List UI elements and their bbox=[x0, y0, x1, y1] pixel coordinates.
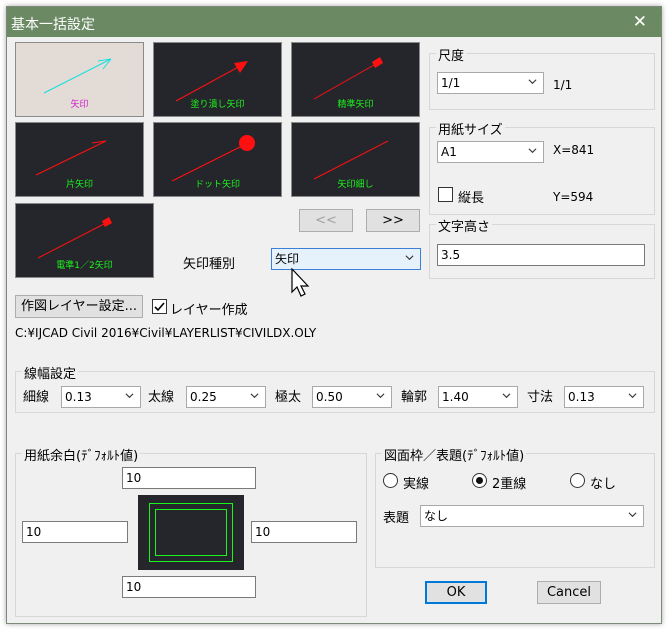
scale-readout: 1/1 bbox=[553, 78, 573, 92]
arrow-tile-half-precise[interactable]: 電準1／2矢印 bbox=[15, 203, 154, 278]
frame-inner-line bbox=[155, 509, 227, 556]
line-width-thick-select[interactable]: 0.25 bbox=[186, 386, 266, 408]
arrow-type-label: 矢印種別 bbox=[183, 257, 236, 272]
line-width-thin-select[interactable]: 0.13 bbox=[61, 386, 141, 408]
frame-none-radio[interactable] bbox=[570, 473, 585, 488]
margin-right-input[interactable]: 10 bbox=[251, 521, 357, 543]
arrow-type-select[interactable]: 矢印 bbox=[271, 248, 421, 270]
chevron-down-icon bbox=[250, 393, 259, 399]
title-block-value: なし bbox=[424, 509, 449, 523]
chevron-down-icon bbox=[528, 79, 537, 85]
line-width-dimension-select[interactable]: 0.13 bbox=[564, 386, 644, 408]
checkmark-icon bbox=[154, 302, 165, 312]
arrow-tile-half[interactable]: 片矢印 bbox=[15, 122, 144, 197]
arrow-tile-thin[interactable]: 矢印細し bbox=[291, 122, 420, 197]
frame-double-label: 2重線 bbox=[492, 477, 527, 492]
chevron-down-icon bbox=[376, 393, 385, 399]
text-height-group-label: 文字高さ bbox=[436, 216, 493, 235]
title-block-label: 表題 bbox=[383, 511, 410, 526]
line-width-extra-thick-value: 0.50 bbox=[316, 390, 343, 404]
scale-group-label: 尺度 bbox=[436, 45, 467, 64]
arrow-type-value: 矢印 bbox=[275, 252, 300, 266]
line-width-outline-select[interactable]: 1.40 bbox=[438, 386, 518, 408]
arrow-tile-label: 矢印 bbox=[70, 100, 89, 110]
ok-button[interactable]: OK bbox=[425, 581, 487, 604]
mouse-cursor-icon bbox=[291, 268, 310, 297]
margin-bottom-input[interactable]: 10 bbox=[122, 576, 256, 598]
chevron-down-icon bbox=[628, 393, 637, 399]
paper-y-readout: Y=594 bbox=[553, 190, 594, 204]
title-block-select[interactable]: なし bbox=[420, 505, 644, 527]
create-layer-label: レイヤー作成 bbox=[170, 303, 248, 318]
create-layer-checkbox[interactable] bbox=[152, 299, 167, 314]
frame-title-group-label: 図面枠／表題(ﾃﾞﾌｫﾙﾄ値) bbox=[382, 445, 527, 464]
chevron-down-icon bbox=[502, 393, 511, 399]
line-width-dimension-label: 寸法 bbox=[527, 390, 554, 405]
chevron-down-icon bbox=[628, 512, 637, 518]
frame-solid-label: 実線 bbox=[403, 477, 430, 492]
portrait-checkbox[interactable] bbox=[438, 187, 453, 202]
arrow-tile-label: 片矢印 bbox=[65, 180, 93, 190]
margin-left-input[interactable]: 10 bbox=[22, 521, 128, 543]
line-width-extra-thick-label: 極太 bbox=[275, 390, 302, 405]
margins-group-label: 用紙余白(ﾃﾞﾌｫﾙﾄ値) bbox=[22, 445, 141, 464]
arrow-tile-arrow[interactable]: 矢印 bbox=[15, 42, 144, 117]
margin-preview bbox=[138, 495, 244, 570]
next-page-button[interactable]: >> bbox=[366, 209, 420, 232]
text-height-input[interactable]: 3.5 bbox=[437, 244, 645, 266]
chevron-down-icon bbox=[405, 255, 414, 261]
line-width-thin-label: 細線 bbox=[23, 390, 50, 405]
arrow-tile-label: 矢印細し bbox=[337, 180, 374, 190]
line-width-dimension-value: 0.13 bbox=[568, 390, 595, 404]
paper-size-group-label: 用紙サイズ bbox=[436, 119, 505, 138]
arrow-tile-filled[interactable]: 塗り潰し矢印 bbox=[153, 42, 282, 117]
line-width-thick-label: 太線 bbox=[148, 390, 175, 405]
line-width-thick-value: 0.25 bbox=[190, 390, 217, 404]
cancel-button[interactable]: Cancel bbox=[537, 581, 601, 604]
arrow-tile-label: 塗り潰し矢印 bbox=[190, 100, 245, 110]
line-width-group-label: 線幅設定 bbox=[22, 363, 79, 382]
scale-value: 1/1 bbox=[441, 76, 461, 90]
line-width-thin-value: 0.13 bbox=[65, 390, 92, 404]
paper-size-value: A1 bbox=[441, 145, 457, 159]
title-bar: 基本一括設定 ✕ bbox=[7, 7, 661, 37]
arrow-tile-label: 精準矢印 bbox=[337, 100, 374, 110]
prev-page-button[interactable]: << bbox=[299, 209, 353, 232]
layer-settings-button[interactable]: 作図レイヤー設定... bbox=[15, 295, 143, 318]
arrow-tile-dot[interactable]: ドット矢印 bbox=[153, 122, 282, 197]
margin-top-input[interactable]: 10 bbox=[122, 467, 256, 489]
layer-file-path: C:¥IJCAD Civil 2016¥Civil¥LAYERLIST¥CIVI… bbox=[15, 326, 317, 340]
arrow-tile-precise[interactable]: 精準矢印 bbox=[291, 42, 420, 117]
paper-x-readout: X=841 bbox=[553, 143, 595, 157]
chevron-down-icon bbox=[125, 393, 134, 399]
frame-double-radio[interactable] bbox=[472, 473, 487, 488]
chevron-down-icon bbox=[528, 148, 537, 154]
scale-select[interactable]: 1/1 bbox=[437, 72, 544, 94]
frame-none-label: なし bbox=[590, 477, 617, 492]
line-width-extra-thick-select[interactable]: 0.50 bbox=[312, 386, 392, 408]
frame-solid-radio[interactable] bbox=[383, 473, 398, 488]
line-width-outline-label: 輪郭 bbox=[401, 390, 428, 405]
portrait-label: 縦長 bbox=[458, 191, 485, 206]
arrow-tile-label: 電準1／2矢印 bbox=[56, 261, 113, 271]
arrow-tile-label: ドット矢印 bbox=[194, 180, 240, 190]
close-icon[interactable]: ✕ bbox=[633, 12, 647, 32]
dialog-window: 基本一括設定 ✕ 矢印 塗り潰し矢印 精準矢印 片矢印 ドット矢印 矢印細し 電… bbox=[6, 6, 662, 624]
dialog-title: 基本一括設定 bbox=[11, 17, 95, 33]
paper-size-select[interactable]: A1 bbox=[437, 141, 544, 163]
line-width-outline-value: 1.40 bbox=[442, 390, 469, 404]
